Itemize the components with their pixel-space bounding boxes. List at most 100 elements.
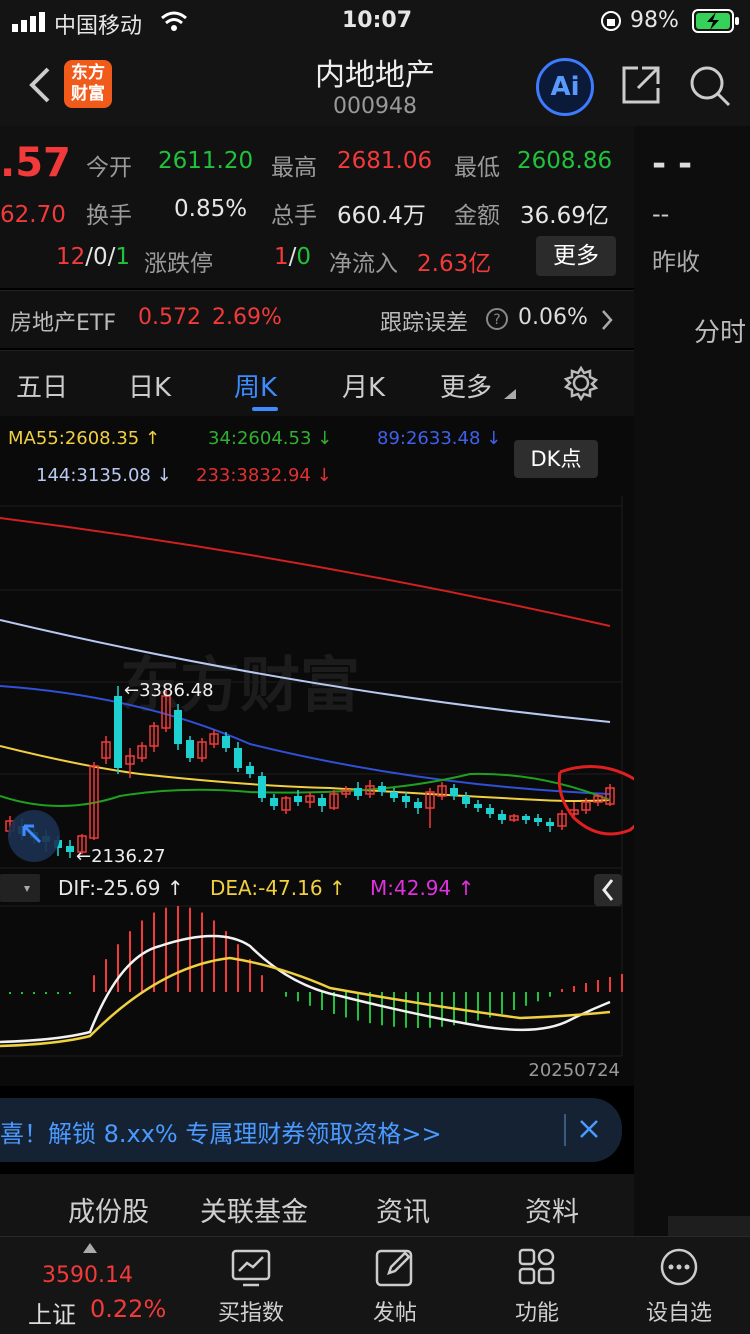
candle-body <box>354 788 362 796</box>
low-annotation: ←2136.27 <box>76 846 166 867</box>
net-flow-value: 2.63亿 <box>417 251 492 277</box>
signal-icon <box>12 12 45 32</box>
chart-trend-icon <box>231 1249 271 1287</box>
tab-related-funds[interactable]: 关联基金 <box>200 1190 308 1229</box>
dea-label: DEA:-47.16 ↑ <box>210 876 346 900</box>
amount-value: 36.69亿 <box>520 203 609 229</box>
turnover-value: 0.85% <box>174 196 248 222</box>
ma89-label: 89:2633.48 ↓ <box>377 428 502 449</box>
tab-profile[interactable]: 资料 <box>525 1190 579 1229</box>
search-icon[interactable] <box>688 64 732 108</box>
chevron-right-icon <box>602 310 613 330</box>
status-bar: 中国移动 10:07 98% <box>0 0 750 44</box>
candle-body <box>186 740 194 758</box>
m-label: M:42.94 ↑ <box>370 876 475 900</box>
tab-more[interactable]: 更多 <box>440 367 492 404</box>
dif-line <box>0 934 611 1044</box>
promo-banner[interactable]: 喜！解锁 8.xx% 专属理财券领取资格>> <box>0 1098 622 1162</box>
candle-body <box>66 846 74 852</box>
candle-body <box>522 816 530 820</box>
candle-body <box>270 798 278 806</box>
volume-value: 660.4万 <box>337 203 426 229</box>
etf-row[interactable]: 房地产ETF 0.572 2.69% 跟踪误差 ? 0.06% <box>0 290 634 348</box>
intraday-tab[interactable]: 分时 <box>694 312 746 349</box>
ma34-label: 34:2604.53 ↓ <box>208 428 333 449</box>
banner-divider <box>564 1114 566 1146</box>
wifi-icon <box>161 11 187 31</box>
nav-post[interactable]: 发帖 <box>340 1247 450 1327</box>
ma-legend: MA55:2608.35 ↑ 34:2604.53 ↓ 89:2633.48 ↓… <box>0 416 634 496</box>
ai-assistant-button[interactable]: Ai <box>536 58 594 116</box>
edit-post-icon <box>375 1249 413 1287</box>
rotation-lock-icon <box>601 11 621 31</box>
side-panel-bar <box>668 1216 750 1236</box>
tab-news[interactable]: 资讯 <box>376 1190 430 1229</box>
nav-add-watchlist[interactable]: 设自选 <box>624 1247 734 1327</box>
kline-chart-area[interactable]: MA55:2608.35 ↑ 34:2604.53 ↓ 89:2633.48 ↓… <box>0 416 634 1086</box>
stock-header: 东方 财富 内地地产 000948 Ai <box>0 44 750 126</box>
dk-point-button[interactable]: DK点 <box>514 440 598 478</box>
tab-daily-k[interactable]: 日K <box>128 367 171 404</box>
tracking-error-value: 0.06% <box>518 305 588 330</box>
candle-body <box>474 804 482 808</box>
up-triangle-icon <box>83 1243 97 1253</box>
collapse-button[interactable] <box>594 874 622 906</box>
more-quote-button[interactable]: 更多 <box>536 236 616 276</box>
nav-buy-index[interactable]: 买指数 <box>196 1247 306 1327</box>
low-label: 最低 <box>454 155 500 181</box>
prev-close-label: 昨收 <box>652 248 700 276</box>
candle-body <box>462 796 470 804</box>
nav-functions[interactable]: 功能 <box>482 1247 592 1327</box>
open-label: 今开 <box>86 155 132 181</box>
index-ticker[interactable]: 3590.14 上证 0.22% <box>0 1237 180 1334</box>
macd-histogram <box>9 906 623 1028</box>
dropdown-corner-icon <box>504 389 516 399</box>
page-title: 内地地产 <box>315 58 435 93</box>
candle-body <box>174 710 182 744</box>
etf-pct: 2.69% <box>212 305 282 330</box>
promo-text[interactable]: 喜！解锁 8.xx% 专属理财券领取资格>> <box>0 1114 442 1149</box>
settings-gear-icon[interactable] <box>563 365 599 401</box>
tab-weekly-k[interactable]: 周K <box>234 367 277 404</box>
tab-components[interactable]: 成份股 <box>68 1190 149 1229</box>
candle-body <box>258 776 266 798</box>
bottom-toolbar: 3590.14 上证 0.22% 买指数 发帖 功能 设自选 <box>0 1236 750 1334</box>
turnover-label: 换手 <box>86 203 132 229</box>
ma233-label: 233:3832.94 ↓ <box>196 465 332 486</box>
candle-body <box>246 766 254 774</box>
tracking-error-label: 跟踪误差 <box>380 311 469 336</box>
share-icon[interactable] <box>620 64 662 106</box>
up-down-count: 12/0/1 <box>56 244 131 270</box>
index-value: 3590.14 <box>42 1263 133 1288</box>
period-tabs: 五日 日K 周K 月K 更多 <box>0 350 634 416</box>
close-icon[interactable] <box>578 1118 600 1140</box>
side-dash-2: -- <box>652 200 670 228</box>
grid-apps-icon <box>518 1248 555 1285</box>
candle-body <box>378 786 386 792</box>
net-flow-label: 净流入 <box>329 251 398 277</box>
etf-name: 房地产ETF <box>10 311 116 336</box>
battery-percent: 98% <box>630 8 679 33</box>
ma55-label: MA55:2608.35 ↑ <box>8 428 161 449</box>
candle-body <box>390 792 398 798</box>
tab-five-day[interactable]: 五日 <box>16 367 68 404</box>
macd-legend: DIF:-25.69 ↑ DEA:-47.16 ↑ M:42.94 ↑ <box>0 872 590 906</box>
dea-line <box>0 956 611 1048</box>
dif-label: DIF:-25.69 ↑ <box>58 876 184 900</box>
help-icon[interactable]: ? <box>485 307 509 331</box>
tab-monthly-k[interactable]: 月K <box>342 367 385 404</box>
limit-count: 1/0 <box>274 244 312 270</box>
high-label: 最高 <box>271 155 317 181</box>
back-arrow-icon[interactable] <box>26 66 52 104</box>
amount-label: 金额 <box>454 203 500 229</box>
ma233-line <box>0 517 611 627</box>
candle-body <box>486 808 494 814</box>
index-name: 上证 <box>28 1301 76 1329</box>
low-value: 2608.86 <box>517 148 613 174</box>
clock: 10:07 <box>342 8 413 33</box>
svg-text:?: ? <box>493 312 500 328</box>
volume-label: 总手 <box>271 203 317 229</box>
active-tab-indicator <box>252 407 278 411</box>
last-price: .57 <box>0 140 71 186</box>
app-logo: 东方 财富 <box>64 60 112 108</box>
